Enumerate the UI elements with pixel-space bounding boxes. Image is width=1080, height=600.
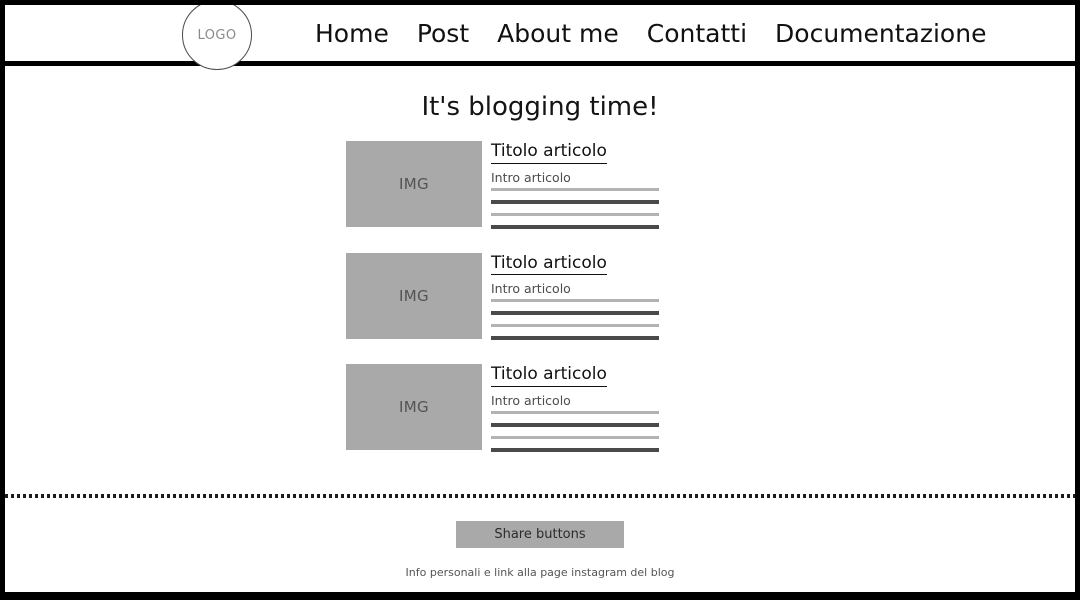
- share-buttons-button[interactable]: Share buttons: [456, 521, 624, 548]
- article-image-label: IMG: [399, 286, 429, 305]
- article-title-link[interactable]: Titolo articolo: [491, 365, 607, 387]
- article-body: Titolo articolo Intro articolo: [491, 141, 659, 229]
- article-body-lines: [491, 410, 659, 452]
- logo-placeholder[interactable]: LOGO: [182, 5, 252, 70]
- article-intro-text: Intro articolo: [491, 281, 571, 297]
- body-line-light: [491, 212, 659, 216]
- share-buttons-area: Share buttons: [5, 521, 1075, 548]
- article-list: IMG Titolo articolo Intro articolo IMG T…: [5, 141, 1075, 452]
- article-image-placeholder[interactable]: IMG: [346, 364, 482, 451]
- article-item[interactable]: IMG Titolo articolo Intro articolo: [5, 252, 1075, 341]
- page-title: It's blogging time!: [421, 92, 659, 122]
- main-navigation: Home Post About me Contatti Documentazio…: [305, 5, 1000, 61]
- body-line-light: [491, 435, 659, 439]
- nav-item-post[interactable]: Post: [403, 21, 483, 46]
- nav-item-about-me[interactable]: About me: [483, 21, 633, 46]
- body-line-dark: [491, 336, 659, 341]
- site-header: LOGO Home Post About me Contatti Documen…: [5, 5, 1075, 70]
- article-body-lines: [491, 187, 659, 229]
- body-line-light: [491, 324, 659, 328]
- body-line-dark: [491, 224, 659, 229]
- body-line-dark: [491, 447, 659, 452]
- body-line-light: [491, 410, 659, 414]
- article-item[interactable]: IMG Titolo articolo Intro articolo: [5, 364, 1075, 452]
- article-title-link[interactable]: Titolo articolo: [491, 141, 607, 164]
- wireframe-page: LOGO Home Post About me Contatti Documen…: [0, 0, 1080, 600]
- article-body: Titolo articolo Intro articolo: [491, 364, 659, 452]
- article-body-lines: [491, 299, 659, 341]
- article-image-label: IMG: [399, 398, 429, 417]
- logo-label: LOGO: [197, 27, 237, 43]
- body-line-light: [491, 187, 659, 191]
- body-line-light: [491, 299, 659, 303]
- nav-item-contatti[interactable]: Contatti: [633, 21, 761, 46]
- dotted-divider: [5, 494, 1075, 498]
- body-line-dark: [491, 311, 659, 316]
- article-title-link[interactable]: Titolo articolo: [491, 253, 607, 276]
- nav-item-home[interactable]: Home: [305, 21, 403, 46]
- article-intro-text: Intro articolo: [491, 169, 571, 185]
- article-image-label: IMG: [399, 175, 429, 193]
- body-line-dark: [491, 422, 659, 427]
- article-item[interactable]: IMG Titolo articolo Intro articolo: [5, 141, 1075, 229]
- body-line-dark: [491, 199, 659, 204]
- footer-info-text: Info personali e link alla page instagra…: [405, 566, 675, 579]
- main-content: It's blogging time! IMG Titolo articolo …: [5, 66, 1075, 494]
- article-body: Titolo articolo Intro articolo: [491, 253, 659, 341]
- nav-item-documentazione[interactable]: Documentazione: [761, 21, 1000, 46]
- site-footer: Share buttons Info personali e link alla…: [5, 494, 1075, 592]
- article-image-placeholder[interactable]: IMG: [346, 141, 482, 227]
- article-image-placeholder[interactable]: IMG: [346, 252, 482, 339]
- article-intro-text: Intro articolo: [491, 392, 571, 408]
